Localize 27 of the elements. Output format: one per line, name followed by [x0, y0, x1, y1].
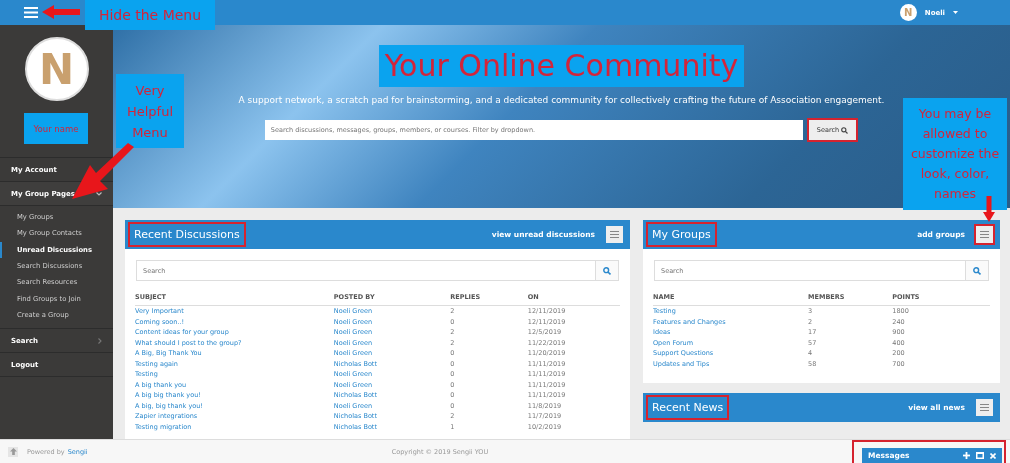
search-icon[interactable] — [595, 260, 619, 281]
plus-icon[interactable] — [963, 452, 970, 459]
menu-icon[interactable] — [604, 224, 625, 245]
callout-label: Hide the Menu — [85, 0, 215, 30]
avatar: N — [24, 37, 89, 101]
search-icon — [841, 126, 849, 134]
arrow-up-icon[interactable] — [8, 446, 18, 457]
menu-icon[interactable] — [974, 224, 995, 245]
callout-label: Your name — [24, 113, 88, 144]
callout-label: Very Helpful Menu — [116, 74, 184, 148]
chevron-down-icon[interactable] — [96, 191, 102, 196]
chevron-right-icon[interactable] — [98, 337, 102, 344]
callout-label: You may be allowed to customize the look, color, names — [903, 98, 1007, 210]
close-icon[interactable] — [990, 452, 996, 459]
arrow-icon — [42, 5, 80, 19]
menu-icon[interactable] — [974, 397, 995, 418]
arrow-icon — [983, 196, 995, 222]
panel-title: My Groups — [648, 224, 715, 245]
menu-icon[interactable] — [24, 7, 38, 18]
search-icon[interactable] — [965, 260, 989, 281]
maximize-icon[interactable] — [976, 452, 984, 459]
user-avatar[interactable]: N — [899, 4, 917, 21]
caret-icon[interactable] — [953, 11, 958, 14]
panel-title: Recent News — [648, 397, 728, 418]
panel-title: Recent Discussions — [130, 224, 244, 245]
hero-title: Your Online Community — [378, 45, 745, 87]
hero-subtitle: A support network, a scratch pad for brainstorming, and a dedicated community for collectively crafting the future of Association engagement. — [237, 94, 886, 107]
